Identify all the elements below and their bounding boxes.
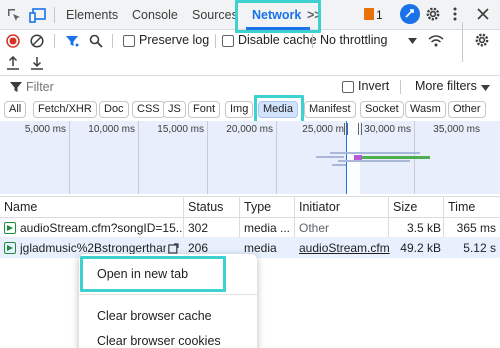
overview-tick: 15,000 ms: [157, 124, 204, 135]
menu-divider: [79, 294, 257, 295]
request-table-header: Name Status Type Initiator Size Time: [0, 196, 500, 218]
chevron-down-icon: [481, 85, 490, 91]
issues-icon[interactable]: [364, 8, 374, 20]
divider: [112, 34, 113, 48]
request-size: 3.5 kB: [406, 221, 441, 235]
preserve-log-checkbox[interactable]: [123, 35, 135, 47]
filter-input[interactable]: [26, 77, 326, 97]
device-toolbar-icon[interactable]: [28, 6, 48, 24]
tab-elements[interactable]: Elements: [66, 0, 118, 30]
import-export-toolbar: [0, 52, 500, 74]
overview-activity-bar: [330, 152, 420, 154]
request-status: 302: [188, 221, 209, 235]
filter-icon: [9, 80, 23, 94]
import-har-icon[interactable]: [5, 55, 21, 71]
right-drag-handle[interactable]: [358, 123, 362, 135]
column-header-size[interactable]: Size: [393, 197, 417, 217]
chip-socket[interactable]: Socket: [360, 101, 404, 118]
overview-activity-bar: [338, 160, 410, 162]
overview-tick: 20,000 ms: [226, 124, 273, 135]
tab-sources[interactable]: Sources: [192, 0, 238, 30]
table-row[interactable]: audioStream.cfm?songID=15... 302 media .…: [0, 218, 500, 238]
menu-item-clear-browser-cookies[interactable]: Clear browser cookies: [97, 334, 221, 348]
filter-icon[interactable]: [64, 33, 80, 49]
column-header-type[interactable]: Type: [244, 197, 271, 217]
chip-wasm[interactable]: Wasm: [405, 101, 446, 118]
dom-loaded-line: [346, 121, 347, 194]
column-header-name[interactable]: Name: [4, 197, 37, 217]
column-header-initiator[interactable]: Initiator: [299, 197, 340, 217]
open-in-new-icon[interactable]: [167, 242, 179, 254]
divider: [0, 75, 500, 76]
overview-tick: 5,000 ms: [24, 124, 66, 135]
overview-activity-bar: [316, 156, 344, 158]
record-icon[interactable]: [5, 33, 21, 49]
chip-doc[interactable]: Doc: [99, 101, 129, 118]
tab-console[interactable]: Console: [132, 0, 178, 30]
network-toolbar: Preserve log Disable cache No throttling: [0, 22, 500, 62]
gridline: [138, 121, 139, 194]
media-chip-highlight: [254, 95, 304, 124]
menu-item-clear-browser-cache[interactable]: Clear browser cache: [97, 309, 212, 323]
chip-fetch-xhr[interactable]: Fetch/XHR: [33, 101, 97, 118]
overview-tick: 25,000 m: [302, 124, 344, 135]
column-header-status[interactable]: Status: [188, 197, 223, 217]
clear-icon[interactable]: [29, 33, 45, 49]
request-name: audioStream.cfm?songID=15...: [20, 221, 182, 235]
network-overview-timeline[interactable]: 5,000 ms 10,000 ms 15,000 ms 20,000 ms 2…: [0, 121, 500, 194]
chevron-down-icon: [408, 38, 417, 44]
overview-tick: 35,000 ms: [433, 124, 480, 135]
more-options-icon[interactable]: [449, 5, 461, 23]
chip-other[interactable]: Other: [448, 101, 486, 118]
throttling-value: No throttling: [320, 33, 388, 47]
gridline: [276, 121, 277, 194]
network-tab-highlight: [235, 0, 321, 33]
inspect-element-icon[interactable]: [5, 6, 23, 24]
divider: [312, 34, 313, 48]
request-time: 365 ms: [456, 221, 496, 235]
media-file-icon: [4, 222, 16, 234]
profile-icon[interactable]: [400, 4, 420, 24]
column-header-time[interactable]: Time: [448, 197, 475, 217]
disable-cache-label: Disable cache: [238, 33, 317, 47]
more-filters-dropdown[interactable]: More filters: [415, 79, 477, 93]
filter-bar: Invert More filters: [0, 77, 500, 97]
settings-gear-icon[interactable]: [424, 5, 442, 23]
throttling-select[interactable]: No throttling: [316, 31, 420, 51]
chip-img[interactable]: Img: [225, 101, 254, 118]
overview-tick: 10,000 ms: [88, 124, 135, 135]
chip-js[interactable]: JS: [163, 101, 186, 118]
gridline: [207, 121, 208, 194]
divider: [54, 34, 55, 48]
search-icon[interactable]: [88, 33, 104, 49]
overview-activity-bar: [360, 156, 430, 159]
divider: [215, 34, 216, 48]
disable-cache-checkbox[interactable]: [222, 35, 234, 47]
network-conditions-icon[interactable]: [427, 33, 445, 49]
open-in-new-tab-highlight: [80, 256, 226, 292]
divider: [400, 80, 401, 94]
request-time: 5.12 s: [463, 241, 496, 255]
chip-css[interactable]: CSS: [132, 101, 165, 118]
invert-label: Invert: [358, 79, 390, 93]
request-initiator-link[interactable]: audioStream.cfm: [299, 238, 390, 258]
overview-activity-bar: [332, 164, 346, 166]
divider: [54, 7, 55, 23]
preserve-log-label: Preserve log: [139, 33, 210, 47]
export-har-icon[interactable]: [29, 55, 45, 71]
request-size: 49.2 kB: [400, 241, 441, 255]
request-initiator: Other: [299, 221, 330, 235]
request-type: media ...: [244, 221, 291, 235]
media-file-icon: [4, 242, 16, 254]
chip-font[interactable]: Font: [188, 101, 221, 118]
chip-manifest[interactable]: Manifest: [304, 101, 356, 118]
chip-all[interactable]: All: [4, 101, 27, 118]
network-settings-gear-icon[interactable]: [473, 31, 491, 49]
invert-checkbox[interactable]: [342, 81, 354, 93]
gridline: [69, 121, 70, 194]
issues-count[interactable]: 1: [376, 8, 383, 22]
close-icon[interactable]: [474, 5, 492, 23]
